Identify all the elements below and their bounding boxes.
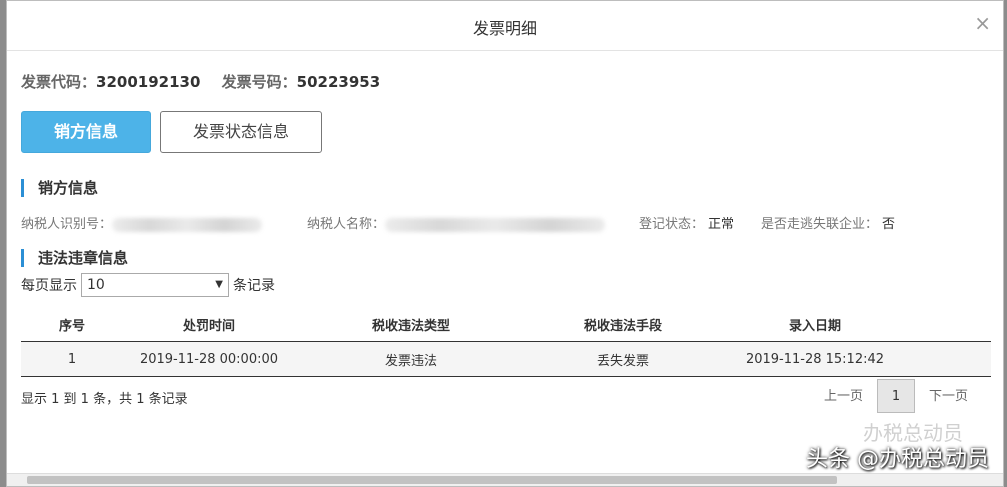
col-spacer: [911, 308, 991, 342]
dialog-title: 发票明细: [472, 19, 537, 38]
section-title-violations: 违法违章信息: [21, 249, 128, 267]
col-entry-date[interactable]: 录入日期: [719, 308, 911, 342]
taxpayer-name: 纳税人名称：: [307, 213, 606, 232]
prev-page-button[interactable]: 上一页: [814, 380, 873, 414]
dropdown-arrow-icon: ▼: [215, 279, 223, 290]
tab-invoice-status[interactable]: 发票状态信息: [160, 111, 322, 153]
pagination: 上一页 1 下一页: [814, 379, 978, 413]
col-violation-type[interactable]: 税收违法类型: [295, 308, 527, 342]
perpage-control: 每页显示 10 ▼ 条记录: [21, 273, 275, 299]
col-violation-means[interactable]: 税收违法手段: [527, 308, 719, 342]
reg-status: 登记状态： 正常: [639, 213, 734, 232]
reg-status-value: 正常: [708, 217, 735, 232]
tab-seller-info[interactable]: 销方信息: [21, 111, 151, 153]
cell-violation-type: 发票违法: [295, 341, 527, 377]
tab-bar: 销方信息 发票状态信息: [21, 111, 322, 153]
seller-info-row: 纳税人识别号： 纳税人名称： 登记状态： 正常 是否走逃失联企业：否: [21, 213, 1001, 233]
perpage-suffix: 条记录: [233, 278, 275, 294]
horizontal-scrollbar[interactable]: [7, 473, 1003, 486]
next-page-button[interactable]: 下一页: [919, 380, 978, 414]
cell-index: 1: [21, 341, 123, 377]
invoice-number-label: 发票号码：: [221, 73, 297, 91]
taxpayer-id-label: 纳税人识别号：: [21, 217, 113, 232]
taxpayer-name-redacted: [385, 217, 606, 232]
perpage-prefix: 每页显示: [21, 278, 77, 294]
page-number-button[interactable]: 1: [876, 379, 915, 413]
invoice-codes: 发票代码：3200192130 发票号码：50223953: [21, 71, 396, 92]
violations-table: 序号 处罚时间 税收违法类型 税收违法手段 录入日期 1 2019-11-28 …: [21, 308, 991, 377]
lost-enterprise-value: 否: [882, 217, 896, 232]
taxpayer-id: 纳税人识别号：: [21, 213, 263, 232]
perpage-value: 10: [87, 277, 105, 293]
col-penalty-time[interactable]: 处罚时间: [123, 308, 295, 342]
cell-entry-date: 2019-11-28 15:12:42: [719, 341, 911, 377]
scrollbar-thumb[interactable]: [27, 476, 837, 484]
reg-status-label: 登记状态：: [639, 217, 705, 232]
table-row[interactable]: 1 2019-11-28 00:00:00 发票违法 丢失发票 2019-11-…: [21, 341, 991, 377]
dialog-header: 发票明细 ×: [7, 1, 1003, 51]
invoice-code-value: 3200192130: [96, 73, 201, 91]
perpage-select[interactable]: 10 ▼: [81, 273, 229, 297]
taxpayer-id-redacted: [112, 217, 263, 232]
close-icon[interactable]: ×: [974, 13, 991, 33]
cell-penalty-time: 2019-11-28 00:00:00: [123, 341, 295, 377]
watermark: 头条 @办税总动员: [806, 447, 989, 472]
invoice-code-label: 发票代码：: [21, 73, 97, 91]
section-title-seller: 销方信息: [21, 179, 98, 197]
lost-enterprise: 是否走逃失联企业：否: [761, 213, 895, 232]
taxpayer-name-label: 纳税人名称：: [307, 217, 386, 232]
invoice-number-value: 50223953: [296, 73, 381, 91]
cell-spacer: [911, 341, 991, 377]
table-header-row: 序号 处罚时间 税收违法类型 税收违法手段 录入日期: [21, 308, 991, 342]
lost-enterprise-label: 是否走逃失联企业：: [761, 217, 879, 232]
invoice-detail-dialog: 发票明细 × 发票代码：3200192130 发票号码：50223953 销方信…: [6, 0, 1004, 487]
records-summary: 显示 1 到 1 条，共 1 条记录: [21, 392, 188, 407]
col-index[interactable]: 序号: [21, 308, 123, 342]
cell-violation-means: 丢失发票: [527, 341, 719, 377]
